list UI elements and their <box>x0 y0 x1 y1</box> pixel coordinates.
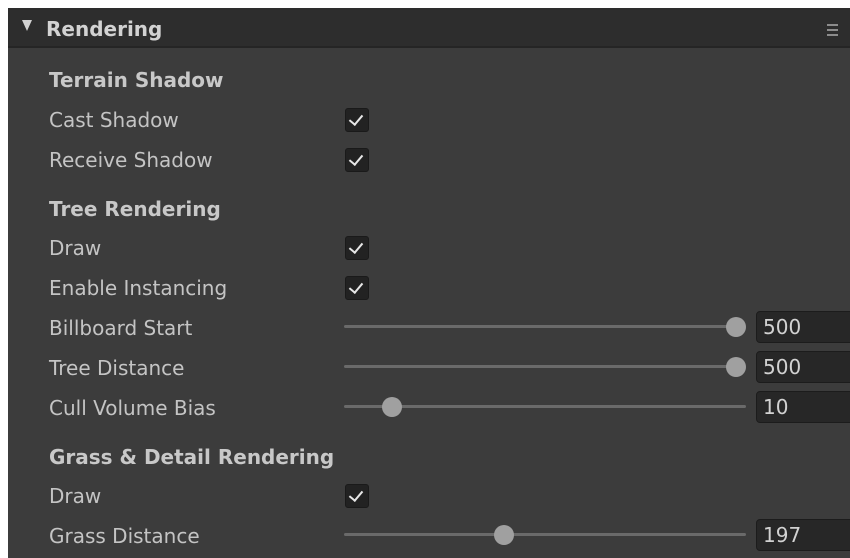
section-title-tree-rendering: Tree Rendering <box>49 197 221 221</box>
triangle-down-icon[interactable] <box>22 20 32 31</box>
billboard-start-slider-handle[interactable] <box>726 317 746 337</box>
checkmark-icon <box>348 110 364 127</box>
menu-icon[interactable] <box>827 24 838 36</box>
billboard-start-label: Billboard Start <box>49 316 193 340</box>
cull-volume-bias-slider-handle[interactable] <box>382 397 402 417</box>
tree-distance-slider-handle[interactable] <box>726 357 746 377</box>
rendering-header[interactable]: Rendering <box>8 8 850 48</box>
cast-shadow-checkbox[interactable] <box>345 108 369 132</box>
checkmark-icon <box>348 486 364 503</box>
tree-distance-label: Tree Distance <box>49 356 185 380</box>
section-title-grass-detail: Grass & Detail Rendering <box>49 445 335 469</box>
tree-distance-field[interactable]: 500 <box>756 351 850 383</box>
rendering-panel: Rendering Terrain Shadow Cast Shadow Rec… <box>8 8 850 558</box>
checkmark-icon <box>348 278 364 295</box>
grass-distance-slider[interactable] <box>344 533 746 536</box>
checkmark-icon <box>348 238 364 255</box>
section-title-terrain-shadow: Terrain Shadow <box>49 68 224 92</box>
cast-shadow-label: Cast Shadow <box>49 108 179 132</box>
tree-draw-checkbox[interactable] <box>345 236 369 260</box>
grass-distance-label: Grass Distance <box>49 524 200 548</box>
cull-volume-bias-slider[interactable] <box>344 405 746 408</box>
header-title: Rendering <box>46 17 163 41</box>
tree-draw-label: Draw <box>49 236 102 260</box>
cull-volume-bias-label: Cull Volume Bias <box>49 396 216 420</box>
receive-shadow-checkbox[interactable] <box>345 148 369 172</box>
billboard-start-slider[interactable] <box>344 325 736 328</box>
tree-distance-slider[interactable] <box>344 365 736 368</box>
enable-instancing-checkbox[interactable] <box>345 276 369 300</box>
grass-draw-label: Draw <box>49 484 102 508</box>
grass-distance-field[interactable]: 197 <box>756 519 850 551</box>
enable-instancing-label: Enable Instancing <box>49 276 228 300</box>
checkmark-icon <box>348 150 364 167</box>
cull-volume-bias-field[interactable]: 10 <box>756 391 850 423</box>
grass-distance-slider-handle[interactable] <box>494 525 514 545</box>
billboard-start-field[interactable]: 500 <box>756 311 850 343</box>
receive-shadow-label: Receive Shadow <box>49 148 213 172</box>
grass-draw-checkbox[interactable] <box>345 484 369 508</box>
